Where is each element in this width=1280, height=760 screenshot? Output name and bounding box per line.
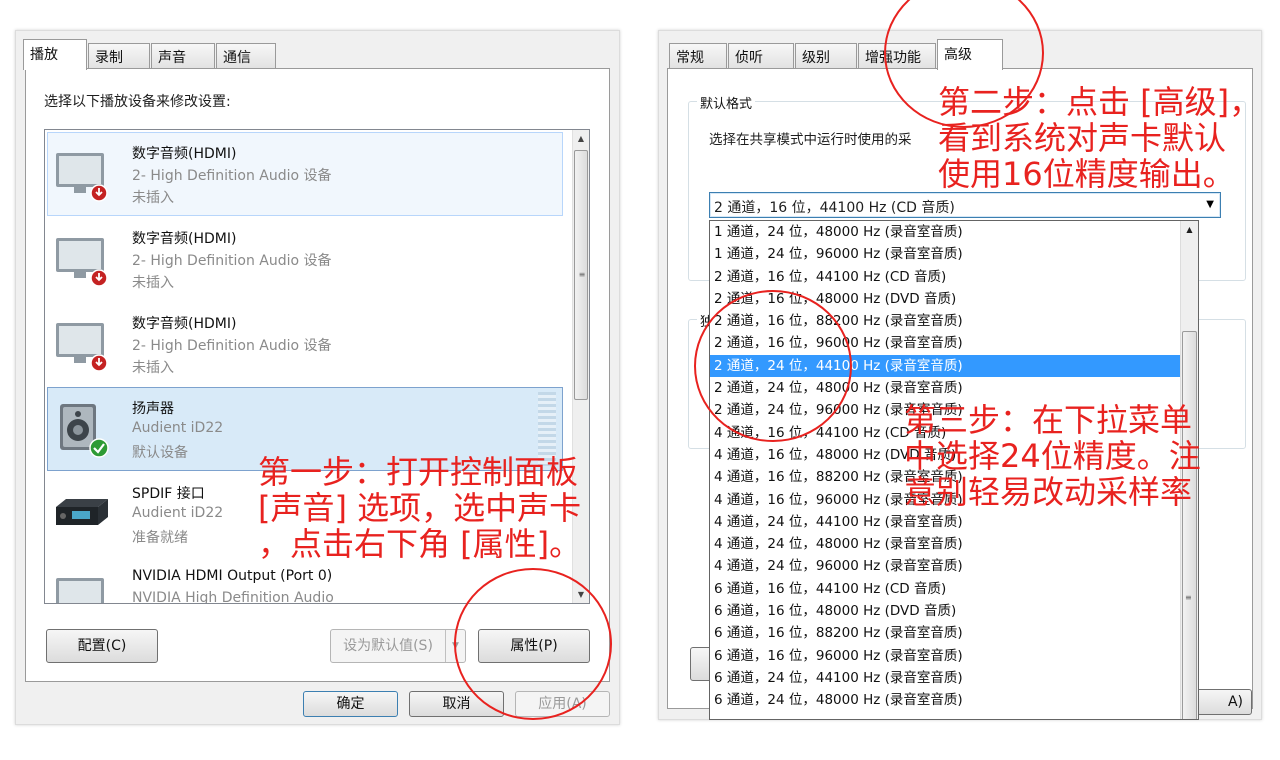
chevron-down-icon[interactable]: ▼ — [1206, 199, 1214, 210]
dropdown-option[interactable]: 4 通道，24 位，96000 Hz (录音室音质) — [710, 555, 1198, 577]
dropdown-option[interactable]: 4 通道，24 位，48000 Hz (录音室音质) — [710, 533, 1198, 555]
dropdown-option[interactable]: 6 通道，16 位，48000 Hz (DVD 音质) — [710, 600, 1198, 622]
annotation-step3: 第三步：在下拉菜单 中选择24位精度。注 意别轻易改动采样率 — [904, 402, 1201, 510]
device-item[interactable]: 数字音频(HDMI) 2- High Definition Audio 设备 未… — [47, 302, 563, 386]
device-status: 未插入 — [132, 275, 174, 291]
annotation-line: 中选择24位精度。注 — [904, 437, 1201, 475]
set-default-button[interactable]: 设为默认值(S) ▼ — [330, 629, 466, 663]
scroll-thumb[interactable]: ≡ — [1182, 331, 1197, 719]
instruction-label: 选择以下播放设备来修改设置: — [44, 94, 231, 110]
dropdown-option[interactable]: 4 通道，24 位，44100 Hz (录音室音质) — [710, 511, 1198, 533]
tab-recording[interactable]: 录制 — [88, 43, 150, 68]
device-status: 默认设备 — [132, 445, 188, 461]
annotation-step1: 第一步：打开控制面板 [声音] 选项，选中声卡 ，点击右下角 [属性]。 — [258, 454, 581, 562]
dropdown-option[interactable]: 1 通道，24 位，48000 Hz (录音室音质) — [710, 221, 1198, 243]
dropdown-option[interactable]: 6 通道，24 位，44100 Hz (录音室音质) — [710, 667, 1198, 689]
scroll-up-arrow-icon[interactable]: ▲ — [1181, 221, 1198, 238]
highlight-circle — [694, 290, 852, 442]
highlight-circle — [454, 568, 612, 720]
device-name: 扬声器 — [132, 401, 174, 417]
annotation-line: ，点击右下角 [属性]。 — [258, 525, 582, 563]
device-description: 2- High Definition Audio 设备 — [132, 338, 332, 354]
tab-listen[interactable]: 侦听 — [728, 43, 794, 68]
device-description: NVIDIA High Definition Audio — [132, 590, 334, 604]
receiver-icon — [54, 487, 110, 543]
format-select[interactable]: 2 通道，16 位，44100 Hz (CD 音质) ▼ — [709, 192, 1221, 218]
device-name: NVIDIA HDMI Output (Port 0) — [132, 568, 333, 584]
dropdown-option[interactable]: 1 通道，24 位，96000 Hz (录音室音质) — [710, 243, 1198, 265]
monitor-icon — [54, 317, 110, 373]
device-description: 2- High Definition Audio 设备 — [132, 168, 332, 184]
device-name: 数字音频(HDMI) — [132, 231, 237, 247]
configure-button[interactable]: 配置(C) — [46, 629, 158, 663]
dropdown-option[interactable]: 6 通道，16 位，88200 Hz (录音室音质) — [710, 622, 1198, 644]
device-status: 未插入 — [132, 360, 174, 376]
dropdown-option[interactable]: 6 通道，24 位，48000 Hz (录音室音质) — [710, 689, 1198, 711]
tab-communications[interactable]: 通信 — [216, 43, 276, 68]
device-description: Audient iD22 — [132, 420, 224, 436]
device-description: 2- High Definition Audio 设备 — [132, 253, 332, 269]
dropdown-option[interactable]: 2 通道，16 位，44100 Hz (CD 音质) — [710, 266, 1198, 288]
device-status: 未插入 — [132, 190, 174, 206]
annotation-line: 第三步：在下拉菜单 — [904, 401, 1193, 439]
device-description: Audient iD22 — [132, 505, 224, 521]
annotation-line: 意别轻易改动采样率 — [904, 473, 1193, 511]
device-status: 准备就绪 — [132, 530, 188, 546]
annotation-line: 看到系统对声卡默认 — [938, 119, 1227, 157]
group-description: 选择在共享模式中运行时使用的采 — [709, 132, 912, 148]
device-name: SPDIF 接口 — [132, 486, 205, 502]
ok-button[interactable]: 确定 — [303, 691, 398, 717]
monitor-icon — [54, 232, 110, 288]
scroll-up-arrow-icon[interactable]: ▲ — [573, 130, 589, 147]
format-select-value: 2 通道，16 位，44100 Hz (CD 音质) — [714, 200, 955, 216]
group-title: 默认格式 — [697, 93, 756, 112]
device-item[interactable]: 数字音频(HDMI) 2- High Definition Audio 设备 未… — [47, 132, 563, 216]
set-default-label: 设为默认值(S) — [343, 638, 433, 654]
annotation-line: 使用16位精度输出。 — [938, 155, 1235, 193]
annotation-line: [声音] 选项，选中声卡 — [258, 489, 582, 527]
device-name: 数字音频(HDMI) — [132, 316, 237, 332]
tab-bar: 播放 录制 声音 通信 — [16, 31, 619, 70]
device-item[interactable]: 数字音频(HDMI) 2- High Definition Audio 设备 未… — [47, 217, 563, 301]
tab-playback[interactable]: 播放 — [23, 39, 87, 70]
scroll-thumb[interactable]: ≡ — [574, 150, 588, 400]
tab-general[interactable]: 常规 — [669, 43, 727, 68]
tab-levels[interactable]: 级别 — [795, 43, 857, 68]
grip-icon: ≡ — [1185, 593, 1192, 602]
grip-icon: ≡ — [578, 270, 586, 279]
speaker-icon — [54, 402, 110, 458]
annotation-line: 第一步：打开控制面板 — [258, 453, 579, 491]
monitor-icon — [54, 147, 110, 203]
tab-advanced[interactable]: 高级 — [937, 39, 1003, 70]
tab-sounds[interactable]: 声音 — [151, 43, 215, 68]
dropdown-option[interactable]: 6 通道，16 位，96000 Hz (录音室音质) — [710, 645, 1198, 667]
monitor-icon — [54, 572, 110, 603]
device-name: 数字音频(HDMI) — [132, 146, 237, 162]
dropdown-option[interactable]: 6 通道，16 位，44100 Hz (CD 音质) — [710, 578, 1198, 600]
